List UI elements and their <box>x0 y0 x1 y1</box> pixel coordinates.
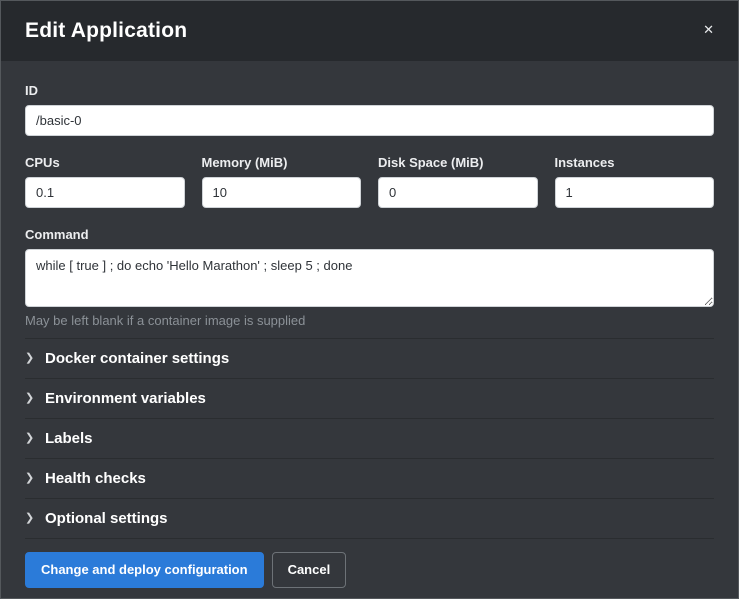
chevron-right-icon: ❯ <box>25 353 45 364</box>
change-and-deploy-button[interactable]: Change and deploy configuration <box>25 552 264 588</box>
instances-input[interactable] <box>555 177 715 208</box>
id-field-group: ID <box>25 83 714 136</box>
disk-space-label: Disk Space (MiB) <box>378 155 538 170</box>
cpus-input[interactable] <box>25 177 185 208</box>
section-label: Docker container settings <box>45 350 229 367</box>
id-label: ID <box>25 83 714 98</box>
cpus-label: CPUs <box>25 155 185 170</box>
section-environment-variables[interactable]: ❯ Environment variables <box>25 378 714 418</box>
memory-input[interactable] <box>202 177 362 208</box>
modal-body: ID CPUs Memory (MiB) Disk Space (MiB) In… <box>1 61 738 539</box>
resources-row: CPUs Memory (MiB) Disk Space (MiB) Insta… <box>25 155 714 208</box>
section-label: Labels <box>45 430 93 447</box>
chevron-right-icon: ❯ <box>25 393 45 404</box>
memory-label: Memory (MiB) <box>202 155 362 170</box>
section-label: Health checks <box>45 470 146 487</box>
cancel-button[interactable]: Cancel <box>272 552 347 588</box>
section-labels[interactable]: ❯ Labels <box>25 418 714 458</box>
section-optional-settings[interactable]: ❯ Optional settings <box>25 498 714 538</box>
section-label: Environment variables <box>45 390 206 407</box>
memory-field-group: Memory (MiB) <box>202 155 362 208</box>
section-label: Optional settings <box>45 510 168 527</box>
command-field-group: Command while [ true ] ; do echo 'Hello … <box>25 227 714 328</box>
disk-space-field-group: Disk Space (MiB) <box>378 155 538 208</box>
section-health-checks[interactable]: ❯ Health checks <box>25 458 714 498</box>
section-docker-container-settings[interactable]: ❯ Docker container settings <box>25 338 714 378</box>
chevron-right-icon: ❯ <box>25 513 45 524</box>
collapsible-sections: ❯ Docker container settings ❯ Environmen… <box>25 338 714 539</box>
id-input[interactable] <box>25 105 714 136</box>
command-label: Command <box>25 227 714 242</box>
chevron-right-icon: ❯ <box>25 433 45 444</box>
cpus-field-group: CPUs <box>25 155 185 208</box>
disk-space-input[interactable] <box>378 177 538 208</box>
command-help-text: May be left blank if a container image i… <box>25 313 714 328</box>
edit-application-modal: Edit Application ✕ ID CPUs Memory (MiB) … <box>0 0 739 599</box>
modal-header: Edit Application ✕ <box>1 1 738 61</box>
instances-field-group: Instances <box>555 155 715 208</box>
modal-footer: Change and deploy configuration Cancel <box>1 539 738 599</box>
command-textarea[interactable]: while [ true ] ; do echo 'Hello Marathon… <box>25 249 714 307</box>
modal-title: Edit Application <box>25 19 187 43</box>
instances-label: Instances <box>555 155 715 170</box>
chevron-right-icon: ❯ <box>25 473 45 484</box>
close-icon[interactable]: ✕ <box>701 19 716 40</box>
